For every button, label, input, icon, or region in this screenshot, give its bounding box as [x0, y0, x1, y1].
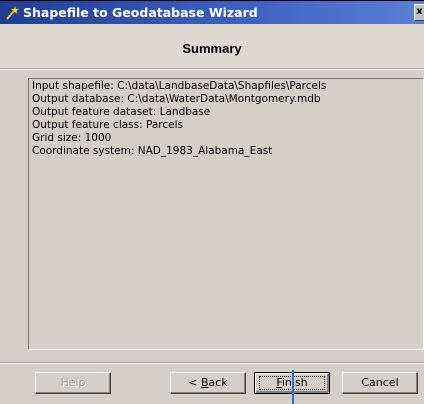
summary-line-grid-size: Grid size: 1000 [32, 132, 112, 144]
wizard-wand-icon [4, 5, 20, 21]
summary-line-output-database: Output database: C:\data\WaterData\Montg… [32, 93, 321, 105]
callout-pointer-line [292, 370, 294, 404]
wizard-body: Summary Input shapefile: C:\data\Landbas… [0, 24, 424, 404]
summary-line-output-feature-dataset: Output feature dataset: Landbase [32, 106, 211, 118]
header-divider [0, 68, 424, 70]
summary-line-input-shapefile: Input shapefile: C:\data\LandbaseData\Sh… [32, 80, 327, 92]
back-button-prefix: < [188, 376, 201, 389]
page-title: Summary [182, 41, 242, 56]
title-bar[interactable]: Shapefile to Geodatabase Wizard x [0, 0, 424, 24]
help-button[interactable]: Help [35, 372, 111, 394]
back-button-accel: B [201, 376, 209, 389]
cancel-button[interactable]: Cancel [342, 372, 418, 394]
summary-line-coordinate-system: Coordinate system: NAD_1983_Alabama_East [32, 145, 273, 157]
header-band: Summary [0, 24, 424, 68]
back-button-rest: ack [208, 376, 228, 389]
wizard-window: Shapefile to Geodatabase Wizard x Summar… [0, 0, 424, 404]
summary-line-output-feature-class: Output feature class: Parcels [32, 119, 183, 131]
finish-button-rest: inish [281, 376, 308, 389]
back-button[interactable]: < Back [170, 372, 246, 394]
summary-textbox[interactable]: Input shapefile: C:\data\LandbaseData\Sh… [28, 78, 424, 350]
window-title: Shapefile to Geodatabase Wizard [23, 5, 258, 20]
footer-divider [0, 362, 424, 364]
close-icon[interactable]: x [414, 4, 424, 21]
